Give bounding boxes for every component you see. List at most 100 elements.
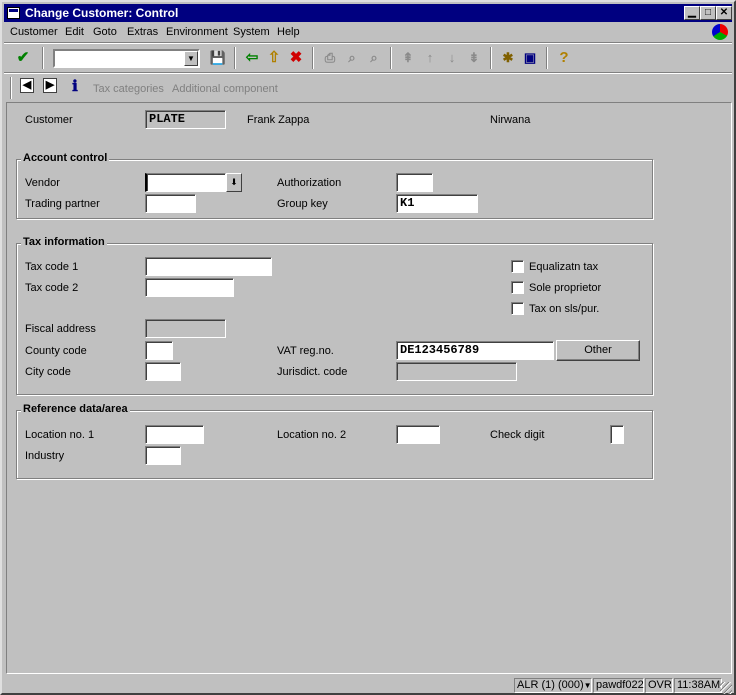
menu-edit[interactable]: Edit bbox=[65, 26, 84, 38]
tax-code-2-field[interactable] bbox=[145, 278, 234, 297]
sap-window: Change Customer: Control ▁ □ ✕ Customer … bbox=[0, 0, 736, 695]
exit-up-icon[interactable]: ⇧ bbox=[265, 49, 283, 67]
trading-partner-label: Trading partner bbox=[25, 198, 100, 210]
tax-code-1-label: Tax code 1 bbox=[25, 261, 79, 273]
tax-on-sales-label: Tax on sls/pur. bbox=[529, 303, 600, 315]
account-control-title: Account control bbox=[21, 152, 110, 164]
minimize-button[interactable]: ▁ bbox=[684, 6, 700, 20]
equalization-tax-checkbox[interactable] bbox=[511, 260, 524, 273]
additional-component-button[interactable]: Additional component bbox=[172, 83, 278, 95]
check-digit-label: Check digit bbox=[490, 429, 545, 441]
toolbar-grip bbox=[10, 77, 12, 99]
menu-environment[interactable]: Environment bbox=[166, 26, 228, 38]
menu-goto[interactable]: Goto bbox=[93, 26, 117, 38]
server-field: pawdf022 bbox=[593, 678, 644, 693]
tax-information-title: Tax information bbox=[21, 236, 107, 248]
vendor-field[interactable] bbox=[145, 173, 226, 192]
info-icon[interactable]: ℹ bbox=[66, 78, 84, 96]
create-session-icon[interactable]: ✱ bbox=[499, 49, 517, 67]
customer-city: Nirwana bbox=[490, 114, 531, 126]
window-title: Change Customer: Control bbox=[25, 6, 179, 20]
sole-proprietor-label: Sole proprietor bbox=[529, 282, 602, 294]
toolbar-separator bbox=[42, 47, 44, 69]
location-1-field[interactable] bbox=[145, 425, 204, 444]
menu-extras[interactable]: Extras bbox=[127, 26, 158, 38]
system-toolbar: ✔ ▼ 💾 ⇦ ⇧ ✖ ⎙ ⌕ ⌕ ⇞ ↑ ↓ ⇟ ✱ ▣ ? bbox=[4, 43, 732, 73]
toolbar-separator bbox=[312, 47, 314, 69]
print-icon[interactable]: ⎙ bbox=[321, 49, 339, 67]
menu-bar: Customer Edit Goto Extras Environment Sy… bbox=[4, 23, 732, 42]
maximize-button[interactable]: □ bbox=[700, 6, 716, 20]
system-info-dropdown-icon[interactable]: ▼ bbox=[584, 681, 592, 690]
first-page-icon[interactable]: ⇞ bbox=[399, 49, 417, 67]
trading-partner-field[interactable] bbox=[145, 194, 196, 213]
last-page-icon[interactable]: ⇟ bbox=[465, 49, 483, 67]
city-code-label: City code bbox=[25, 366, 71, 378]
menu-customer[interactable]: Customer bbox=[10, 26, 58, 38]
reference-data-title: Reference data/area bbox=[21, 403, 130, 415]
title-bar: Change Customer: Control ▁ □ ✕ bbox=[4, 4, 732, 22]
location-2-field[interactable] bbox=[396, 425, 440, 444]
save-icon[interactable]: 💾 bbox=[209, 49, 227, 67]
sole-proprietor-checkbox[interactable] bbox=[511, 281, 524, 294]
group-key-label: Group key bbox=[277, 198, 328, 210]
command-field[interactable]: ▼ bbox=[53, 49, 200, 68]
status-bar: ALR (1) (000)▼ pawdf022 OVR 11:38AM bbox=[4, 676, 732, 694]
resize-grip-icon[interactable] bbox=[720, 682, 732, 694]
time-field: 11:38AM bbox=[674, 678, 722, 693]
system-info-text: ALR (1) (000) bbox=[517, 679, 584, 691]
window-icon bbox=[7, 7, 20, 19]
next-screen-icon[interactable]: ▶ bbox=[43, 78, 57, 93]
menu-help[interactable]: Help bbox=[277, 26, 300, 38]
industry-field[interactable] bbox=[145, 446, 181, 465]
previous-page-icon[interactable]: ↑ bbox=[421, 49, 439, 67]
tax-on-sales-checkbox[interactable] bbox=[511, 302, 524, 315]
cancel-x-icon[interactable]: ✖ bbox=[287, 49, 305, 67]
tax-code-2-label: Tax code 2 bbox=[25, 282, 79, 294]
account-control-group: Account control bbox=[16, 152, 653, 219]
tax-categories-button[interactable]: Tax categories bbox=[93, 83, 164, 95]
county-code-field[interactable] bbox=[145, 341, 173, 360]
customer-field: PLATE bbox=[145, 110, 226, 129]
back-arrow-icon[interactable]: ⇦ bbox=[243, 49, 261, 67]
vendor-label: Vendor bbox=[25, 177, 60, 189]
insert-mode-field[interactable]: OVR bbox=[645, 678, 673, 693]
toolbar-separator bbox=[546, 47, 548, 69]
customer-name: Frank Zappa bbox=[247, 114, 310, 126]
system-info-field[interactable]: ALR (1) (000)▼ bbox=[514, 678, 592, 693]
group-key-field[interactable]: K1 bbox=[396, 194, 478, 213]
help-icon[interactable]: ? bbox=[555, 49, 573, 67]
location-1-label: Location no. 1 bbox=[25, 429, 95, 441]
sap-logo-icon bbox=[712, 24, 728, 40]
toolbar-separator bbox=[490, 47, 492, 69]
vendor-dropdown-icon[interactable]: ⬇ bbox=[226, 173, 242, 192]
county-code-label: County code bbox=[25, 345, 87, 357]
enter-check-icon[interactable]: ✔ bbox=[14, 49, 32, 67]
close-window-button[interactable]: ✕ bbox=[716, 6, 732, 20]
screen-area: Customer PLATE Frank Zappa Nirwana Accou… bbox=[6, 102, 732, 674]
other-button[interactable]: Other bbox=[556, 340, 640, 361]
toolbar-separator bbox=[234, 47, 236, 69]
shortcut-icon[interactable]: ▣ bbox=[521, 49, 539, 67]
find-next-icon[interactable]: ⌕ bbox=[365, 49, 383, 67]
jurisdiction-code-field bbox=[396, 362, 517, 381]
menu-system[interactable]: System bbox=[233, 26, 270, 38]
customer-label: Customer bbox=[25, 114, 73, 126]
authorization-label: Authorization bbox=[277, 177, 342, 189]
tax-code-1-field[interactable] bbox=[145, 257, 272, 276]
city-code-field[interactable] bbox=[145, 362, 181, 381]
vat-reg-field[interactable]: DE123456789 bbox=[396, 341, 554, 360]
check-digit-field[interactable] bbox=[610, 425, 624, 444]
jurisdiction-code-label: Jurisdict. code bbox=[277, 366, 348, 378]
fiscal-address-field[interactable] bbox=[145, 319, 226, 338]
toolbar-separator bbox=[390, 47, 392, 69]
location-2-label: Location no. 2 bbox=[277, 429, 347, 441]
equalization-tax-label: Equalizatn tax bbox=[529, 261, 599, 273]
fiscal-address-label: Fiscal address bbox=[25, 323, 96, 335]
authorization-field[interactable] bbox=[396, 173, 433, 192]
next-page-icon[interactable]: ↓ bbox=[443, 49, 461, 67]
find-icon[interactable]: ⌕ bbox=[343, 49, 361, 67]
application-toolbar: ◀ ▶ ℹ Tax categories Additional componen… bbox=[4, 73, 732, 103]
command-dropdown-icon[interactable]: ▼ bbox=[184, 51, 198, 66]
previous-screen-icon[interactable]: ◀ bbox=[20, 78, 34, 93]
